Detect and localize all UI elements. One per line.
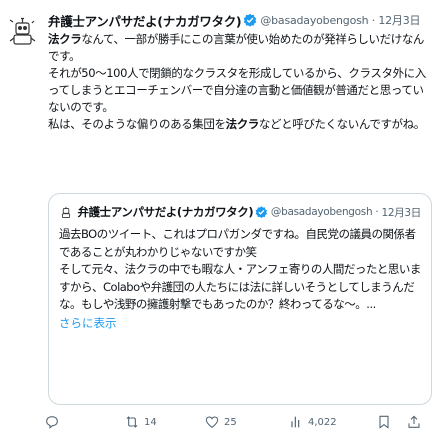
bookmark-button[interactable] xyxy=(376,414,406,430)
quoted-tweet-header: 弁護士アンパサだよ(ナカガワタク) @basadayobengosh · 12月… xyxy=(59,202,421,222)
quoted-tweet-line: そして元々、法クラの中でも暇な人・アンフェ寄りの人間だったと思いますから、Col… xyxy=(59,262,421,311)
show-more-link[interactable]: さらに表示 xyxy=(59,315,421,331)
quoted-author-name: 弁護士アンパサだよ(ナカガワタク) xyxy=(77,205,254,219)
tweet-date[interactable]: 12月3日 xyxy=(378,12,420,28)
tweet-header: 弁護士アンパサだよ(ナカガワタク) @basadayobengosh · 12月… xyxy=(48,10,434,30)
analytics-icon xyxy=(291,416,300,428)
verified-badge-icon xyxy=(255,206,268,219)
retweet-icon xyxy=(126,416,138,428)
separator-dot: · xyxy=(372,206,382,218)
like-count: 25 xyxy=(224,416,237,428)
tweet-line: 私は、そのような偏りのある集団を法クラなどと呼びたくないんですがね。 xyxy=(48,117,425,131)
like-button[interactable]: 25 xyxy=(204,414,288,430)
action-bar: 14 25 4,022 xyxy=(44,412,438,432)
quoted-tweet-line: 過去BOのツイート、これはプロパガンダですね。自民党の議員の関係者であることが丸… xyxy=(59,227,416,259)
author-avatar[interactable] xyxy=(6,14,40,48)
tweet-line: 法クラなんて、一部が勝手にこの言葉が使い始めたのが発祥らしいだけなんです。 xyxy=(48,32,425,63)
heart-icon xyxy=(205,416,219,429)
views-button[interactable]: 4,022 xyxy=(288,414,376,430)
quoted-author-handle: @basadayobengosh xyxy=(270,206,373,218)
views-count: 4,022 xyxy=(308,416,337,428)
retweet-button[interactable]: 14 xyxy=(124,414,204,430)
reply-icon xyxy=(46,416,58,429)
quoted-tweet[interactable]: 弁護士アンパサだよ(ナカガワタク) @basadayobengosh · 12月… xyxy=(48,193,432,405)
author-handle[interactable]: @basadayobengosh xyxy=(260,14,368,27)
robot-avatar-icon xyxy=(61,206,71,218)
retweet-count: 14 xyxy=(144,416,157,428)
bold-keyword: 法クラ xyxy=(48,32,82,46)
quoted-tweet-date: 12月3日 xyxy=(381,206,421,219)
author-name[interactable]: 弁護士アンパサだよ(ナカガワタク) xyxy=(48,11,242,30)
reply-button[interactable] xyxy=(44,414,124,430)
separator-dot: · xyxy=(368,13,379,27)
tweet-line: それが50〜100人で閉鎖的なクラスタを形成しているから、クラスタ外に入ってしま… xyxy=(48,66,426,114)
bookmark-icon xyxy=(379,415,389,429)
tweet-text: 法クラなんて、一部が勝手にこの言葉が使い始めたのが発祥らしいだけなんです。 それ… xyxy=(48,31,434,133)
share-icon xyxy=(408,415,420,428)
tweet-card[interactable]: 弁護士アンパサだよ(ナカガワタク) @basadayobengosh · 12月… xyxy=(0,0,441,441)
quoted-tweet-text: 過去BOのツイート、これはプロパガンダですね。自民党の議員の関係者であることが丸… xyxy=(59,226,421,314)
verified-badge-icon xyxy=(244,13,257,27)
robot-avatar-icon xyxy=(9,17,36,45)
bold-keyword: 法クラ xyxy=(225,117,260,131)
tweet-content: 弁護士アンパサだよ(ナカガワタク) @basadayobengosh · 12月… xyxy=(48,10,434,133)
share-button[interactable] xyxy=(406,414,430,430)
